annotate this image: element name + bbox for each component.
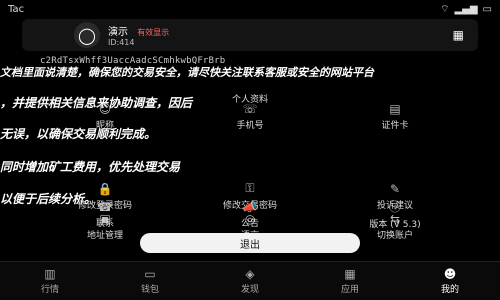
menu-announcement[interactable]: 📣 公告 (185, 199, 315, 229)
user-icon: ◯ (78, 25, 96, 45)
menu-phone[interactable]: ☏ 手机号 (185, 98, 315, 134)
signal-icon: ▂▄▆ (454, 3, 478, 15)
lock-icon: 🔒 (97, 181, 113, 196)
profile-icon: ☺ (98, 101, 112, 116)
profile-card[interactable]: ◯ 演示 有效显示 ID:414 ▦ (22, 19, 478, 51)
wallet-icon: ▭ (144, 267, 156, 281)
profile-name: 演示 有效显示 (108, 27, 170, 38)
wifi-icon: ⌔ (440, 3, 450, 15)
bottom-nav: ▥ 行情 ▭ 钱包 ◈ 发现 ▦ 应用 ☻ 我的 (0, 261, 500, 300)
info-icon: ⓘ (388, 200, 401, 214)
chart-icon: ▥ (44, 267, 56, 281)
feedback-icon: ✎ (389, 181, 401, 196)
nav-apps[interactable]: ▦ 应用 (341, 267, 359, 295)
menu-version[interactable]: ⓘ 版本 (V 5.3) (330, 200, 460, 230)
profile-tag: 有效显示 (137, 28, 170, 37)
menu-nickname[interactable]: ☺ 昵称 (40, 98, 170, 134)
compass-icon: ◈ (245, 267, 255, 281)
megaphone-icon: 📣 (242, 199, 258, 214)
headset-icon: ☎ (97, 199, 113, 214)
avatar: ◯ (74, 22, 100, 48)
grid-icon: ▦ (344, 267, 356, 281)
status-app-label: Tac (8, 3, 25, 15)
phone-icon: ☏ (242, 101, 258, 116)
nav-wallet[interactable]: ▭ 钱包 (141, 267, 159, 295)
qr-code-icon[interactable]: ▦ (453, 28, 464, 42)
menu-grid-row-last: ☎ 联系 📣 公告 ⓘ 版本 (V 5.3) (0, 199, 500, 231)
user-icon: ☻ (443, 267, 457, 281)
key-icon: ⚿ (245, 181, 255, 195)
menu-id-card[interactable]: ▤ 证件卡 (330, 98, 460, 134)
exit-button[interactable]: 退出 (140, 233, 360, 253)
profile-uid: ID:414 (108, 38, 135, 47)
nav-me[interactable]: ☻ 我的 (441, 267, 459, 295)
status-icons: ⌔ ▂▄▆ ▭ (440, 3, 492, 16)
menu-contact-visible[interactable]: ☎ 联系 (40, 199, 170, 229)
id-card-icon: ▤ (389, 101, 401, 116)
battery-icon: ▭ (482, 3, 492, 15)
nav-market[interactable]: ▥ 行情 (41, 267, 59, 295)
status-bar: Tac ⌔ ▂▄▆ ▭ (0, 0, 500, 18)
nav-discover[interactable]: ◈ 发现 (241, 267, 259, 295)
overlay-line-1: 文档里面说清楚，确保您的交易安全，请尽快关注联系客服或安全的网站平台 (0, 66, 374, 79)
